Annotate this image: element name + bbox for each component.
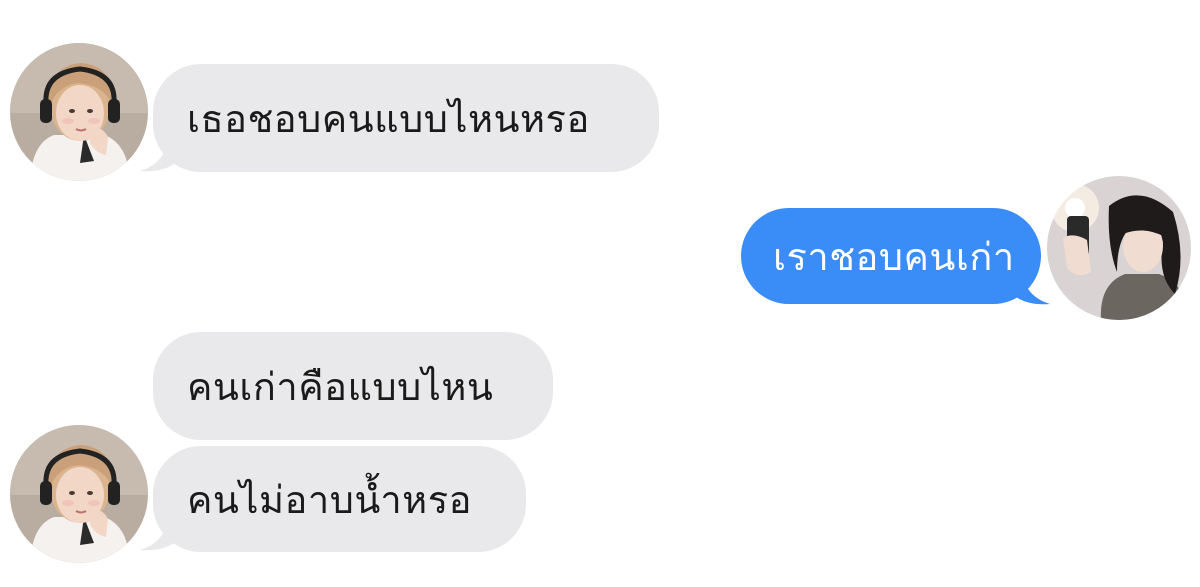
girl-with-headphones-avatar-icon [10,425,148,563]
message-text: คนเก่าคือแบบไหน [187,364,494,409]
message-bubble-incoming[interactable]: คนไม่อาบน้ำหรอ [153,446,526,552]
girl-with-headphones-avatar-icon [10,43,148,181]
message-bubble-incoming[interactable]: เธอชอบคนแบบไหนหรอ [153,64,659,172]
bubble-tail [140,516,178,551]
message-text: เราชอบคนเก่า [773,234,1015,279]
bubble-tail [140,137,178,172]
message-bubble-incoming[interactable]: คนเก่าคือแบบไหน [153,332,553,440]
message-text: คนไม่อาบน้ำหรอ [187,477,472,522]
friend-avatar[interactable] [10,425,148,563]
my-avatar[interactable] [1047,176,1191,320]
friend-avatar[interactable] [10,43,148,181]
message-bubble-outgoing[interactable]: เราชอบคนเก่า [741,208,1041,304]
girl-mirror-selfie-avatar-icon [1047,176,1191,320]
bubble-tail [1012,270,1050,305]
message-text: เธอชอบคนแบบไหนหรอ [187,96,590,141]
